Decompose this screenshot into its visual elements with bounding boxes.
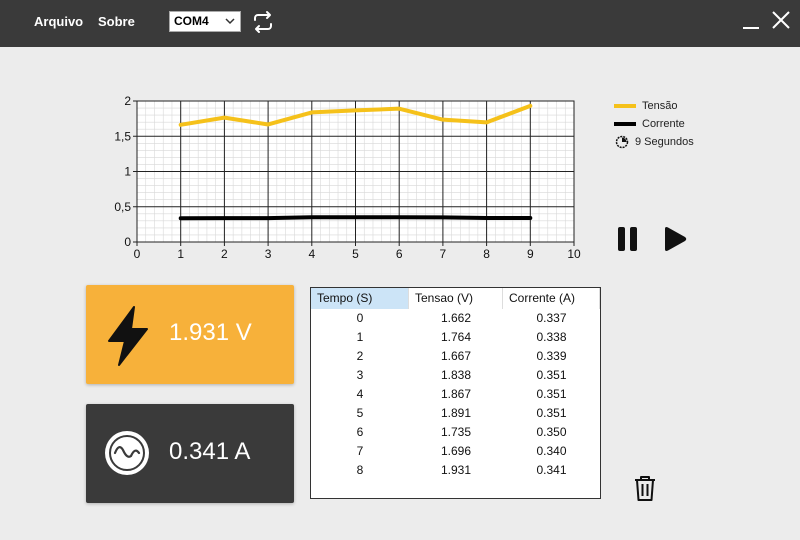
y-tick-label: 1,5	[114, 129, 131, 143]
chevron-down-icon	[225, 18, 235, 25]
cell-time: 1	[356, 330, 364, 344]
series-line-current	[178, 215, 533, 221]
table-row[interactable]: 2 1.667 0.339	[311, 347, 600, 366]
voltage-card: 1.931 V	[86, 285, 294, 384]
table-row[interactable]: 1 1.764 0.338	[311, 328, 600, 347]
table-row[interactable]: 0 1.662 0.337	[311, 309, 600, 328]
minimize-icon[interactable]	[740, 10, 762, 32]
menu-arquivo[interactable]: Arquivo	[34, 14, 83, 29]
port-select-value: COM4	[174, 14, 209, 28]
x-tick-label: 2	[221, 247, 228, 261]
lightning-bolt-icon	[108, 306, 148, 366]
voltage-value: 1.931 V	[169, 319, 252, 346]
cell-time: 8	[356, 463, 364, 477]
chart-legend: Tensão Corrente 9 Segundos	[614, 97, 694, 151]
cell-current: 0.351	[536, 387, 567, 401]
x-tick-label: 6	[396, 247, 403, 261]
table-row[interactable]: 3 1.838 0.351	[311, 366, 600, 385]
cell-current: 0.337	[536, 311, 567, 325]
table-row[interactable]: 5 1.891 0.351	[311, 404, 600, 423]
legend-swatch-voltage	[614, 104, 636, 108]
y-tick-label: 0	[124, 235, 131, 249]
cell-current: 0.351	[536, 406, 567, 420]
legend-swatch-current	[614, 122, 636, 126]
cell-time: 3	[356, 368, 364, 382]
cell-time: 4	[356, 387, 364, 401]
cell-voltage: 1.735	[440, 425, 472, 439]
legend-item-interval: 9 Segundos	[614, 133, 694, 151]
legend-label-voltage: Tensão	[642, 100, 678, 112]
cell-voltage: 1.662	[440, 311, 472, 325]
pause-icon[interactable]	[617, 226, 639, 252]
x-tick-label: 3	[265, 247, 272, 261]
cell-current: 0.338	[536, 330, 567, 344]
close-icon[interactable]	[770, 9, 792, 31]
x-tick-label: 5	[352, 247, 359, 261]
x-tick-label: 7	[440, 247, 447, 261]
y-tick-label: 1	[124, 165, 131, 179]
clock-icon	[615, 135, 629, 149]
cell-time: 5	[356, 406, 364, 420]
cell-current: 0.341	[536, 463, 567, 477]
cell-voltage: 1.867	[440, 387, 472, 401]
cell-voltage: 1.931	[440, 463, 472, 477]
legend-item-voltage: Tensão	[614, 97, 694, 115]
trash-icon[interactable]	[633, 474, 657, 502]
x-tick-label: 9	[527, 247, 534, 261]
cell-voltage: 1.838	[440, 368, 472, 382]
table-row[interactable]: 8 1.931 0.341	[311, 461, 600, 480]
table-row[interactable]: 4 1.867 0.351	[311, 385, 600, 404]
cell-voltage: 1.696	[440, 444, 472, 458]
port-select[interactable]: COM4	[169, 11, 241, 32]
refresh-icon[interactable]	[250, 10, 276, 34]
cell-current: 0.339	[536, 349, 567, 363]
data-table: Tempo (S) Tensao (V) Corrente (A) 0 1.662…	[310, 287, 601, 499]
legend-item-current: Corrente	[614, 115, 694, 133]
x-tick-label: 1	[177, 247, 184, 261]
current-card: 0.341 A	[86, 404, 294, 503]
title-bar: Arquivo Sobre COM4	[0, 0, 800, 47]
current-value: 0.341 A	[169, 438, 251, 465]
table-header: Tempo (S) Tensao (V) Corrente (A)	[311, 288, 600, 309]
table-row[interactable]: 6 1.735 0.350	[311, 423, 600, 442]
play-icon[interactable]	[662, 226, 688, 252]
x-tick-label: 8	[483, 247, 490, 261]
sine-wave-icon	[105, 431, 149, 475]
y-tick-label: 2	[124, 94, 131, 108]
x-tick-label: 0	[134, 247, 141, 261]
cell-voltage: 1.667	[440, 349, 472, 363]
line-chart: 0 1 2 3 4 5 6 7 8 9 10 0 0,5 1 1,5 2	[114, 94, 581, 261]
column-header-current[interactable]: Corrente (A)	[503, 288, 600, 309]
cell-voltage: 1.764	[440, 330, 472, 344]
y-tick-label: 0,5	[114, 200, 131, 214]
cell-current: 0.340	[536, 444, 567, 458]
cell-time: 0	[356, 311, 364, 325]
x-tick-label: 4	[308, 247, 315, 261]
cell-current: 0.351	[536, 368, 567, 382]
cell-time: 2	[356, 349, 364, 363]
legend-label-current: Corrente	[642, 118, 685, 130]
cell-time: 6	[356, 425, 364, 439]
column-header-voltage[interactable]: Tensao (V)	[409, 288, 503, 309]
cell-voltage: 1.891	[440, 406, 472, 420]
interval-label: 9 Segundos	[635, 136, 694, 148]
table-row[interactable]: 7 1.696 0.340	[311, 442, 600, 461]
menu-sobre[interactable]: Sobre	[98, 14, 135, 29]
column-header-time[interactable]: Tempo (S)	[311, 288, 409, 309]
cell-current: 0.350	[536, 425, 567, 439]
cell-time: 7	[356, 444, 364, 458]
x-tick-label: 10	[567, 247, 581, 261]
